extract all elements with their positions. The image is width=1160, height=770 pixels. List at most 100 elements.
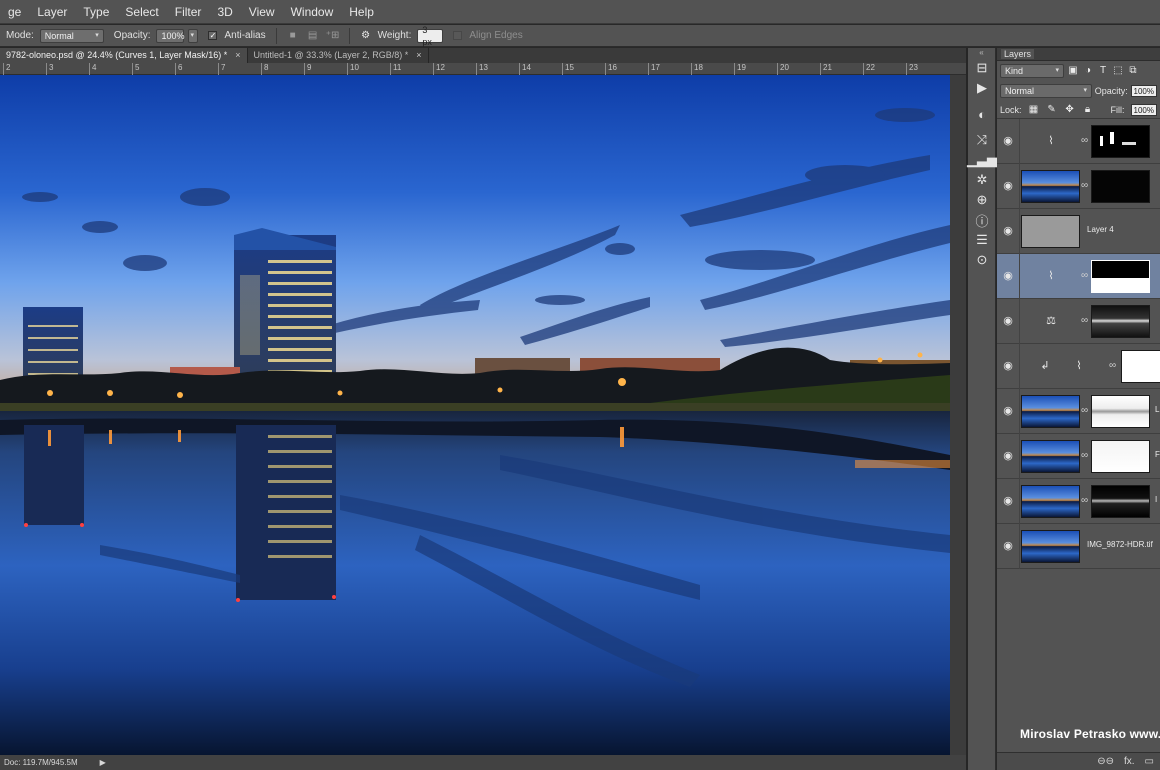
align-edges-checkbox[interactable] [453,31,463,40]
layer-row[interactable]: ◉ ⚖ ∞ [997,299,1160,344]
layer-opacity-field[interactable]: 100% [1130,85,1157,97]
visibility-eye-icon[interactable]: ◉ [1000,448,1016,464]
mask-link-icon[interactable]: ∞ [1081,135,1088,146]
fill-field[interactable]: 100% [1130,103,1157,116]
blend-mode-dropdown[interactable]: Normal ▾ [1000,84,1092,98]
mask-link-icon[interactable]: ∞ [1081,270,1088,281]
layer-name[interactable]: F [1155,450,1160,459]
menu-item-help[interactable]: Help [341,0,382,24]
properties-icon[interactable]: ☰ [968,230,996,250]
close-icon[interactable]: × [416,48,421,63]
layer-thumbnail[interactable] [1021,485,1080,518]
lock-position-icon[interactable]: ✥ [1064,104,1076,116]
weight-field[interactable]: 3 px [417,25,444,47]
visibility-eye-icon[interactable]: ◉ [1000,313,1016,329]
add-mask-icon[interactable]: ▭ [1145,756,1154,767]
mask-link-icon[interactable]: ∞ [1081,180,1088,191]
layer-name[interactable]: L [1155,405,1159,414]
menu-item-type[interactable]: Type [75,0,117,24]
mask-link-icon[interactable]: ∞ [1081,450,1088,461]
tab-layers[interactable]: Layers [1001,49,1035,59]
layer-thumbnail[interactable] [1021,395,1080,428]
opacity-field[interactable]: 100% [156,28,185,43]
menu-item-view[interactable]: View [241,0,283,24]
styles-icon[interactable]: ⊙ [968,250,996,270]
path-ops-icon[interactable]: ■ [285,29,301,43]
layer-name[interactable]: Layer 4 [1087,225,1114,234]
histogram-icon[interactable]: ▁▃▅ [967,150,997,170]
visibility-eye-icon[interactable]: ◉ [1000,493,1016,509]
path-arrange-icon[interactable]: ⁺⊞ [325,29,341,43]
layer-mask-thumbnail[interactable] [1091,305,1150,338]
layer-mask-thumbnail[interactable] [1091,170,1150,203]
layer-mask-thumbnail[interactable] [1091,260,1150,293]
shape-filter-icon[interactable]: ⬚ [1112,65,1124,77]
type-filter-icon[interactable]: T [1097,65,1109,77]
layer-name[interactable]: IMG_9872-HDR.tif [1087,540,1153,549]
layer-row[interactable]: ◉ ∞ I [997,479,1160,524]
menu-item-layer[interactable]: Layer [29,0,75,24]
menu-item-select[interactable]: Select [117,0,166,24]
clone-source-icon[interactable]: ⊕ [968,190,996,210]
antialias-checkbox[interactable]: ✓ [208,31,218,40]
adjustment-filter-icon[interactable]: ◑ [1082,65,1094,77]
menu-item-filter[interactable]: Filter [167,0,210,24]
visibility-eye-icon[interactable]: ◉ [1000,223,1016,239]
path-align-icon[interactable]: ▤ [305,29,321,43]
vertical-scrollbar[interactable] [950,75,966,755]
layer-thumbnail[interactable] [1021,530,1080,563]
fx-icon[interactable]: fx. [1124,756,1135,767]
layer-mask-thumbnail[interactable] [1091,485,1150,518]
layer-row[interactable]: ◉ ↲ ⌇ ∞ [997,344,1160,389]
tab-document-1[interactable]: 9782-oloneo.psd @ 24.4% (Curves 1, Layer… [0,48,248,63]
brush-settings-icon[interactable]: ✲ [968,170,996,190]
layer-mask-thumbnail[interactable] [1121,350,1160,383]
smart-object-filter-icon[interactable]: ⧉ [1127,65,1139,77]
layer-mask-thumbnail[interactable] [1091,125,1150,158]
info-icon[interactable]: ⓘ [968,210,996,230]
paths-icon[interactable]: ⤨ [968,130,996,150]
link-layers-icon[interactable]: ⊖⊖ [1097,756,1114,767]
lock-transparency-icon[interactable]: ▦ [1028,104,1040,116]
kind-filter-dropdown[interactable]: Kind ▾ [1000,64,1064,78]
image-filter-icon[interactable]: ▣ [1067,65,1079,77]
layer-thumbnail[interactable] [1021,440,1080,473]
mask-link-icon[interactable]: ∞ [1081,315,1088,326]
lock-all-icon[interactable]: 🔒︎ [1082,104,1094,116]
layer-thumbnail[interactable] [1021,170,1080,203]
layer-name[interactable]: I [1155,495,1157,504]
visibility-eye-icon[interactable]: ◉ [1000,358,1016,374]
layer-row-selected[interactable]: ◉ ⌇ ∞ [997,254,1160,299]
collapse-panels-icon[interactable]: « [968,48,995,58]
menu-item-3d[interactable]: 3D [209,0,240,24]
layer-mask-thumbnail[interactable] [1091,395,1150,428]
layer-row[interactable]: ◉ ∞ L [997,389,1160,434]
layer-row[interactable]: ◉ ⌇ ∞ [997,119,1160,164]
visibility-eye-icon[interactable]: ◉ [1000,403,1016,419]
history-icon[interactable]: ⊟ [968,58,996,78]
layer-row[interactable]: ◉ Layer 4 [997,209,1160,254]
visibility-eye-icon[interactable]: ◉ [1000,538,1016,554]
lock-pixels-icon[interactable]: ✎ [1046,104,1058,116]
status-menu-arrow-icon[interactable]: ▶ [100,758,106,767]
gear-icon[interactable]: ⚙ [358,29,374,43]
adjustments-icon[interactable]: ◐ [968,104,996,124]
tab-document-2[interactable]: Untitled-1 @ 33.3% (Layer 2, RGB/8) * × [248,48,429,63]
mask-link-icon[interactable]: ∞ [1081,495,1088,506]
mode-dropdown[interactable]: Normal ▾ [39,28,104,43]
document-canvas[interactable] [0,75,950,755]
menu-item-window[interactable]: Window [283,0,342,24]
menu-item-image[interactable]: ge [0,0,29,24]
layer-row[interactable]: ◉ IMG_9872-HDR.tif [997,524,1160,569]
visibility-eye-icon[interactable]: ◉ [1000,133,1016,149]
actions-play-icon[interactable]: ▶ [968,78,996,98]
opacity-dropdown[interactable]: ▾ [188,28,199,43]
layer-thumbnail[interactable] [1021,215,1080,248]
layer-row[interactable]: ◉ ∞ F [997,434,1160,479]
layer-row[interactable]: ◉ ∞ [997,164,1160,209]
mask-link-icon[interactable]: ∞ [1109,360,1116,371]
visibility-eye-icon[interactable]: ◉ [1000,268,1016,284]
visibility-eye-icon[interactable]: ◉ [1000,178,1016,194]
mask-link-icon[interactable]: ∞ [1081,405,1088,416]
close-icon[interactable]: × [235,48,240,63]
